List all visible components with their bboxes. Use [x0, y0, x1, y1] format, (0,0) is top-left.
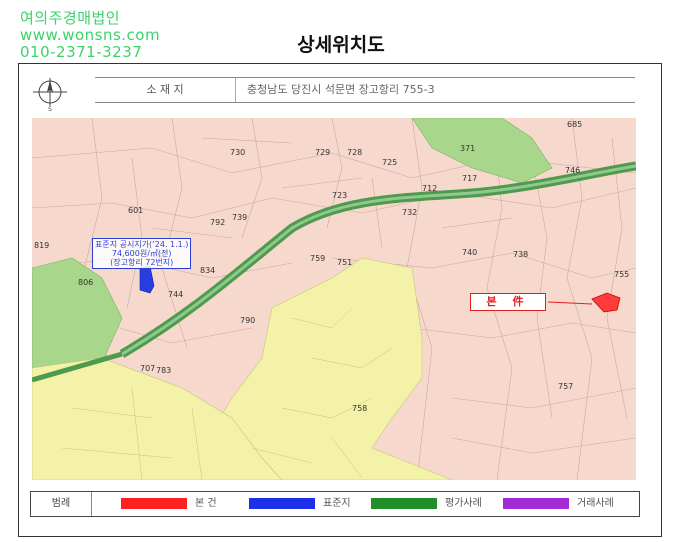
parcel-label: 685	[567, 120, 583, 129]
page-title: 상세위치도	[297, 34, 385, 56]
parcel-label: 730	[230, 148, 246, 157]
legend-label: 표준지	[323, 498, 351, 509]
legend-title: 범례	[31, 492, 92, 516]
parcel-label: 732	[402, 208, 418, 217]
parcel-label: 738	[513, 250, 529, 259]
parcel-label: 751	[337, 258, 353, 267]
parcel-label: 819	[34, 241, 50, 250]
parcel-label: 792	[210, 218, 226, 227]
legend-label: 평가사례	[445, 498, 482, 509]
parcel-label: 712	[422, 184, 438, 193]
parcel-label: 740	[462, 248, 478, 257]
parcel-label: 725	[382, 158, 398, 167]
parcel-label: 717	[462, 174, 478, 183]
map-legend: 범례 본 건 표준지 평가사례 거래사례	[30, 491, 640, 517]
subject-label: 본 件	[470, 293, 546, 311]
parcel-label: 601	[128, 206, 144, 215]
parcel-label: 806	[78, 278, 94, 287]
legend-label: 본 건	[195, 498, 217, 509]
legend-swatch	[503, 498, 569, 509]
legend-label: 거래사례	[577, 498, 614, 509]
parcel-label: 707	[140, 364, 156, 373]
callout-line3: (장고항리 72번지)	[110, 258, 174, 267]
parcel-label: 757	[558, 382, 574, 391]
parcel-label: 759	[310, 254, 326, 263]
svg-text:S: S	[48, 106, 52, 112]
parcel-label: 834	[200, 266, 216, 275]
legend-swatch	[121, 498, 187, 509]
parcel-label: 728	[347, 148, 363, 157]
compass-icon: S	[33, 78, 67, 112]
watermark-company: 여의주경매법인	[20, 9, 121, 27]
location-row: 소 재 지 충청남도 당진시 석문면 장고항리 755-3	[95, 77, 635, 103]
parcel-label: 755	[614, 270, 630, 279]
parcel-label: 744	[168, 290, 184, 299]
parcel-label: 739	[232, 213, 248, 222]
parcel-label: 723	[332, 191, 348, 200]
callout-line1: 표준지 공시지가(‘24. 1.1.)	[95, 240, 189, 249]
parcel-label: 758	[352, 404, 368, 413]
location-value: 충청남도 당진시 석문면 장고항리 755-3	[247, 83, 435, 96]
standard-land-callout: 표준지 공시지가(‘24. 1.1.) 74,600원/㎡(전) (장고항리 7…	[92, 238, 192, 269]
legend-swatch	[371, 498, 437, 509]
parcel-label: 746	[565, 166, 581, 175]
parcel-label: 371	[460, 144, 476, 153]
location-label: 소 재 지	[95, 78, 236, 102]
legend-swatch	[249, 498, 315, 509]
callout-line2: 74,600원/㎡(전)	[111, 249, 172, 258]
parcel-label: 783	[156, 366, 172, 375]
parcel-label: 790	[240, 316, 256, 325]
parcel-label: 729	[315, 148, 331, 157]
